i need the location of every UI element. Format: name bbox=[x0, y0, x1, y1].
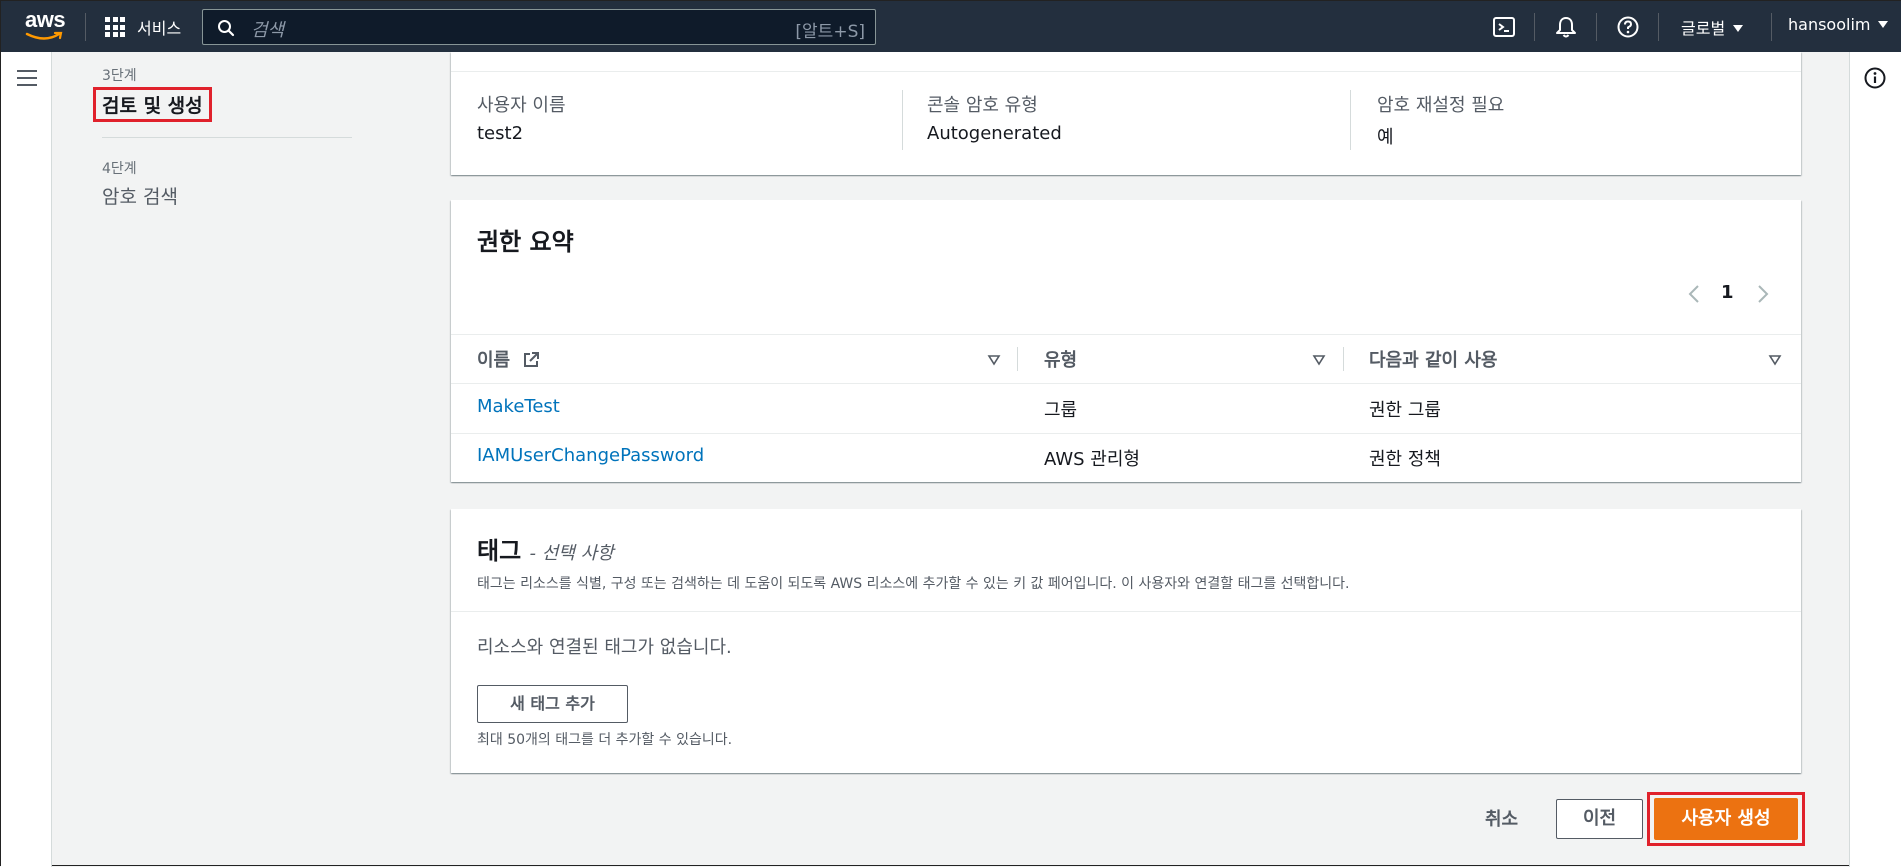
tags-divider bbox=[451, 611, 1801, 612]
nav-divider bbox=[1771, 13, 1772, 41]
policy-type: 그룹 bbox=[1044, 400, 1078, 421]
column-divider bbox=[902, 90, 903, 150]
policy-used-as: 권한 정책 bbox=[1369, 449, 1441, 470]
left-rail bbox=[1, 52, 52, 867]
console-password-type-value: Autogenerated bbox=[927, 123, 1062, 144]
policy-name-link[interactable]: MakeTest bbox=[477, 396, 560, 417]
account-username: hansoolim bbox=[1788, 15, 1871, 34]
column-divider bbox=[1017, 347, 1018, 371]
policy-name-link[interactable]: IAMUserChangePassword bbox=[477, 445, 704, 466]
column-divider bbox=[1343, 347, 1344, 371]
column-header-type[interactable]: 유형 bbox=[1044, 346, 1077, 372]
caret-down-icon bbox=[1878, 21, 1889, 28]
cancel-button[interactable]: 취소 bbox=[1485, 805, 1518, 831]
aws-smile-icon bbox=[25, 31, 63, 40]
previous-button[interactable]: 이전 bbox=[1556, 799, 1643, 839]
account-menu[interactable]: hansoolim bbox=[1788, 15, 1889, 34]
chevron-right-icon[interactable] bbox=[1756, 283, 1770, 305]
search-input[interactable]: 검색 [알트+S] bbox=[202, 9, 876, 45]
steps-divider bbox=[102, 137, 352, 138]
tags-card: 태그 - 선택 사항 태그는 리소스를 식별, 구성 또는 검색하는 데 도움이… bbox=[451, 509, 1801, 773]
search-shortcut: [알트+S] bbox=[795, 22, 865, 42]
table-header: 이름 유형 다음과 같이 사용 bbox=[451, 334, 1801, 384]
username-value: test2 bbox=[477, 123, 524, 144]
policy-type: AWS 관리형 bbox=[1044, 449, 1140, 470]
sort-caret-icon[interactable] bbox=[987, 354, 1001, 366]
right-rail bbox=[1849, 52, 1901, 867]
column-header-name-label: 이름 bbox=[477, 350, 511, 371]
step3-title-current: 검토 및 생성 bbox=[93, 87, 212, 122]
tags-limit-hint: 최대 50개의 태그를 더 추가할 수 있습니다. bbox=[477, 732, 733, 748]
username-label: 사용자 이름 bbox=[477, 95, 566, 116]
search-placeholder: 검색 bbox=[251, 20, 285, 41]
search-icon bbox=[218, 20, 235, 37]
top-navigation: aws 서비스 검색 [알트+S] 글로벌 hansoolim bbox=[1, 1, 1901, 52]
tags-title-label: 태그 bbox=[477, 537, 522, 565]
help-icon[interactable] bbox=[1615, 14, 1641, 40]
caret-down-icon bbox=[1733, 25, 1744, 32]
nav-divider bbox=[85, 13, 86, 41]
step4-title[interactable]: 암호 검색 bbox=[102, 182, 178, 209]
console-password-type-label: 콘솔 암호 유형 bbox=[927, 95, 1038, 116]
chevron-left-icon[interactable] bbox=[1687, 283, 1701, 305]
services-menu-button[interactable]: 서비스 bbox=[137, 15, 181, 39]
services-grid-icon[interactable] bbox=[105, 17, 125, 37]
pagination-current-page[interactable]: 1 bbox=[1721, 282, 1734, 303]
nav-divider bbox=[1658, 13, 1659, 41]
external-link-icon bbox=[524, 352, 540, 367]
card-header-divider bbox=[451, 71, 1801, 72]
policy-used-as: 권한 그룹 bbox=[1369, 400, 1441, 421]
permissions-summary-card: 권한 요약 1 이름 유형 다음과 같이 사용 MakeTest 그룹 권한 그… bbox=[451, 200, 1801, 482]
nav-divider bbox=[1596, 13, 1597, 41]
region-label: 글로벌 bbox=[1681, 19, 1726, 38]
step4-label: 4단계 bbox=[102, 161, 137, 177]
aws-logo-text: aws bbox=[25, 7, 66, 32]
no-tags-message: 리소스와 연결된 태그가 없습니다. bbox=[477, 637, 732, 658]
sort-caret-icon[interactable] bbox=[1768, 354, 1782, 366]
tags-description: 태그는 리소스를 식별, 구성 또는 검색하는 데 도움이 되도록 AWS 리소… bbox=[477, 576, 1350, 592]
info-icon[interactable] bbox=[1863, 66, 1887, 90]
column-divider bbox=[1350, 90, 1351, 150]
sort-caret-icon[interactable] bbox=[1312, 354, 1326, 366]
bell-icon[interactable] bbox=[1553, 14, 1579, 40]
column-header-used-as[interactable]: 다음과 같이 사용 bbox=[1369, 346, 1497, 372]
menu-icon[interactable] bbox=[17, 70, 37, 86]
aws-logo[interactable]: aws bbox=[23, 7, 69, 43]
table-row: IAMUserChangePassword AWS 관리형 권한 정책 bbox=[451, 433, 1801, 483]
create-user-button[interactable]: 사용자 생성 bbox=[1654, 798, 1798, 840]
region-selector[interactable]: 글로벌 bbox=[1681, 15, 1744, 39]
cloudshell-icon[interactable] bbox=[1491, 14, 1517, 40]
password-reset-label: 암호 재설정 필요 bbox=[1377, 95, 1505, 116]
user-details-card: 사용자 이름 test2 콘솔 암호 유형 Autogenerated 암호 재… bbox=[451, 52, 1801, 175]
permissions-title: 권한 요약 bbox=[477, 228, 574, 256]
password-reset-value: 예 bbox=[1377, 127, 1394, 148]
step3-label: 3단계 bbox=[102, 68, 137, 84]
nav-divider bbox=[1534, 13, 1535, 41]
tags-title: 태그 - 선택 사항 bbox=[477, 531, 614, 566]
tags-optional-label: - 선택 사항 bbox=[529, 543, 614, 564]
column-header-name[interactable]: 이름 bbox=[477, 346, 540, 372]
table-row: MakeTest 그룹 권한 그룹 bbox=[451, 384, 1801, 434]
add-tag-button[interactable]: 새 태그 추가 bbox=[477, 685, 628, 723]
